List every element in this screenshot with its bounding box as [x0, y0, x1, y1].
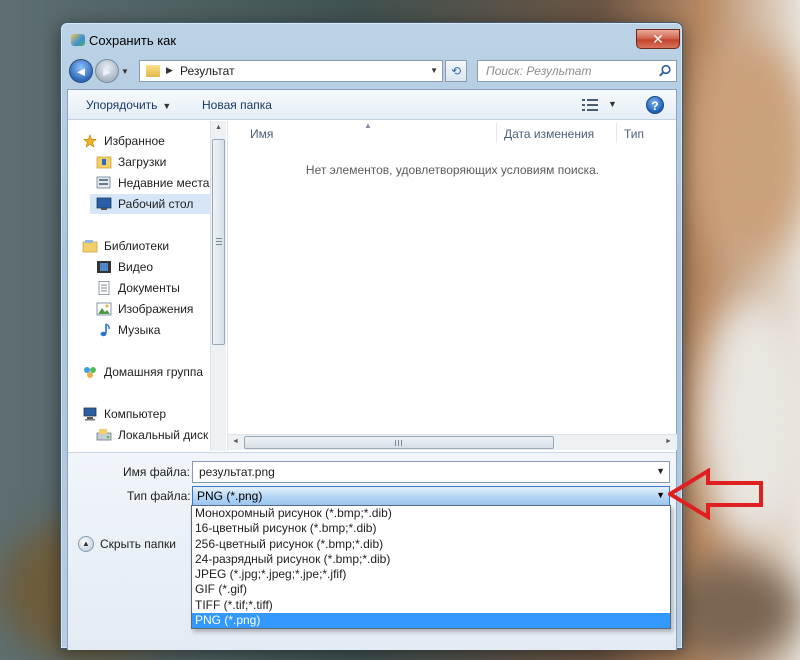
folder-icon: [146, 65, 160, 77]
scroll-thumb[interactable]: [212, 139, 225, 345]
refresh-button[interactable]: ⟲: [445, 60, 467, 82]
views-icon[interactable]: [582, 99, 598, 111]
filetype-option[interactable]: TIFF (*.tif;*.tiff): [192, 598, 670, 613]
libraries-icon: [82, 240, 98, 253]
hide-folders-label: Скрыть папки: [100, 537, 176, 551]
nav-item-label: Видео: [118, 260, 154, 274]
paint-app-icon: [71, 34, 85, 46]
scroll-up-icon[interactable]: ▲: [215, 124, 222, 131]
downloads-folder-icon: [96, 156, 112, 169]
chevron-down-icon[interactable]: ▼: [656, 466, 665, 476]
filetype-label: Тип файла:: [127, 489, 191, 503]
nav-item-local-disk[interactable]: Локальный диск: [96, 425, 226, 445]
nav-item-label: Локальный диск: [118, 428, 209, 442]
title-bar[interactable]: Сохранить как ✕: [67, 29, 680, 51]
chevron-down-icon[interactable]: ▼: [656, 490, 665, 500]
scroll-left-icon[interactable]: ◄: [232, 438, 239, 445]
documents-icon: [98, 281, 110, 295]
filetype-option[interactable]: 24-разрядный рисунок (*.bmp;*.dib): [192, 552, 670, 567]
nav-item-recent-places[interactable]: Недавние места: [96, 173, 226, 193]
column-divider[interactable]: [496, 123, 497, 143]
homegroup-icon: [84, 367, 96, 378]
address-dropdown-icon[interactable]: ▼: [430, 66, 438, 75]
navigation-row: ◄ ► ▼ ▶ Результат ▼ ⟲: [67, 57, 677, 85]
filetype-option[interactable]: 256-цветный рисунок (*.bmp;*.dib): [192, 537, 670, 552]
nav-item-label: Изображения: [118, 302, 194, 316]
filename-field[interactable]: результат.png ▼: [192, 461, 670, 483]
video-icon: [97, 261, 111, 273]
file-list: ▲ Имя Дата изменения Тип Нет элементов, …: [227, 121, 677, 451]
nav-item-label: Документы: [118, 281, 180, 295]
address-bar[interactable]: ▶ Результат ▼: [139, 60, 443, 82]
window-title: Сохранить как: [89, 33, 177, 48]
music-icon: [100, 323, 110, 337]
chevron-down-icon: ▼: [162, 101, 172, 111]
new-folder-button[interactable]: Новая папка: [202, 98, 272, 112]
organize-button[interactable]: Упорядочить ▼: [86, 98, 171, 112]
nav-item-label: Библиотеки: [104, 239, 170, 253]
views-dropdown-icon[interactable]: ▼: [608, 99, 617, 109]
desktop-icon: [96, 197, 112, 210]
filename-value[interactable]: результат.png: [199, 465, 275, 479]
empty-results-message: Нет элементов, удовлетворяющих условиям …: [305, 163, 600, 177]
organize-label: Упорядочить: [86, 98, 158, 112]
help-icon[interactable]: ?: [646, 96, 664, 114]
column-header-date-modified[interactable]: Дата изменения: [504, 121, 594, 143]
filetype-option[interactable]: JPEG (*.jpg;*.jpeg;*.jpe;*.jfif): [192, 567, 670, 582]
hide-folders-button[interactable]: ▲ Скрыть папки: [78, 536, 176, 552]
annotation-arrow-icon: [668, 468, 763, 520]
local-disk-icon: [96, 429, 112, 441]
star-icon: [83, 134, 97, 148]
search-icon[interactable]: [658, 64, 672, 78]
scroll-thumb[interactable]: [244, 436, 554, 449]
nav-item-documents[interactable]: Документы: [96, 278, 226, 298]
nav-item-music[interactable]: Музыка: [96, 320, 226, 340]
nav-item-desktop[interactable]: Рабочий стол: [90, 194, 226, 214]
nav-item-label: Компьютер: [104, 407, 167, 421]
nav-item-pictures[interactable]: Изображения: [96, 299, 226, 319]
collapse-up-icon: ▲: [78, 536, 94, 552]
filetype-option[interactable]: 16-цветный рисунок (*.bmp;*.dib): [192, 521, 670, 536]
history-dropdown-icon[interactable]: ▼: [121, 67, 129, 76]
nav-item-homegroup[interactable]: Домашняя группа: [82, 362, 224, 382]
navigation-pane: Избранное Загрузки Недавние места Рабочи…: [68, 121, 226, 451]
nav-item-label: Домашняя группа: [104, 365, 204, 379]
filename-label: Имя файла:: [123, 465, 190, 479]
nav-item-video[interactable]: Видео: [96, 257, 226, 277]
computer-icon: [83, 407, 97, 421]
recent-places-icon: [96, 176, 111, 189]
nav-item-computer[interactable]: Компьютер: [82, 404, 224, 424]
filetype-dropdown-list: Монохромный рисунок (*.bmp;*.dib) 16-цве…: [191, 505, 671, 629]
nav-item-libraries[interactable]: Библиотеки: [82, 236, 224, 256]
filetype-value[interactable]: PNG (*.png): [197, 489, 262, 503]
column-header-type[interactable]: Тип: [624, 121, 644, 143]
filetype-option-selected[interactable]: PNG (*.png): [192, 613, 670, 629]
search-box[interactable]: [477, 60, 677, 82]
scroll-right-icon[interactable]: ►: [665, 438, 672, 445]
column-divider[interactable]: [616, 123, 617, 143]
breadcrumb-arrow-icon[interactable]: ▶: [166, 65, 173, 76]
navigation-scrollbar[interactable]: ▲: [210, 121, 226, 451]
sort-ascending-icon: ▲: [364, 121, 372, 130]
close-button[interactable]: ✕: [636, 29, 680, 49]
address-path: Результат: [180, 64, 235, 78]
command-bar: Упорядочить ▼ Новая папка ▼ ?: [68, 90, 676, 120]
nav-item-favorites[interactable]: Избранное: [82, 131, 224, 151]
search-input[interactable]: [484, 62, 654, 80]
back-button[interactable]: ◄: [69, 59, 93, 83]
file-list-horizontal-scrollbar[interactable]: ◄ ►: [228, 434, 677, 450]
filetype-option[interactable]: GIF (*.gif): [192, 582, 670, 597]
nav-item-label: Недавние места: [118, 176, 210, 190]
filetype-option[interactable]: Монохромный рисунок (*.bmp;*.dib): [192, 506, 670, 521]
nav-item-downloads[interactable]: Загрузки: [96, 152, 226, 172]
filetype-select[interactable]: PNG (*.png) ▼: [192, 486, 670, 506]
pictures-icon: [96, 302, 112, 316]
nav-item-label: Загрузки: [118, 155, 167, 169]
nav-item-label: Избранное: [104, 134, 165, 148]
forward-button[interactable]: ►: [95, 59, 119, 83]
nav-item-label: Музыка: [118, 323, 161, 337]
column-header-name[interactable]: Имя: [250, 121, 273, 143]
nav-item-label: Рабочий стол: [118, 197, 194, 211]
